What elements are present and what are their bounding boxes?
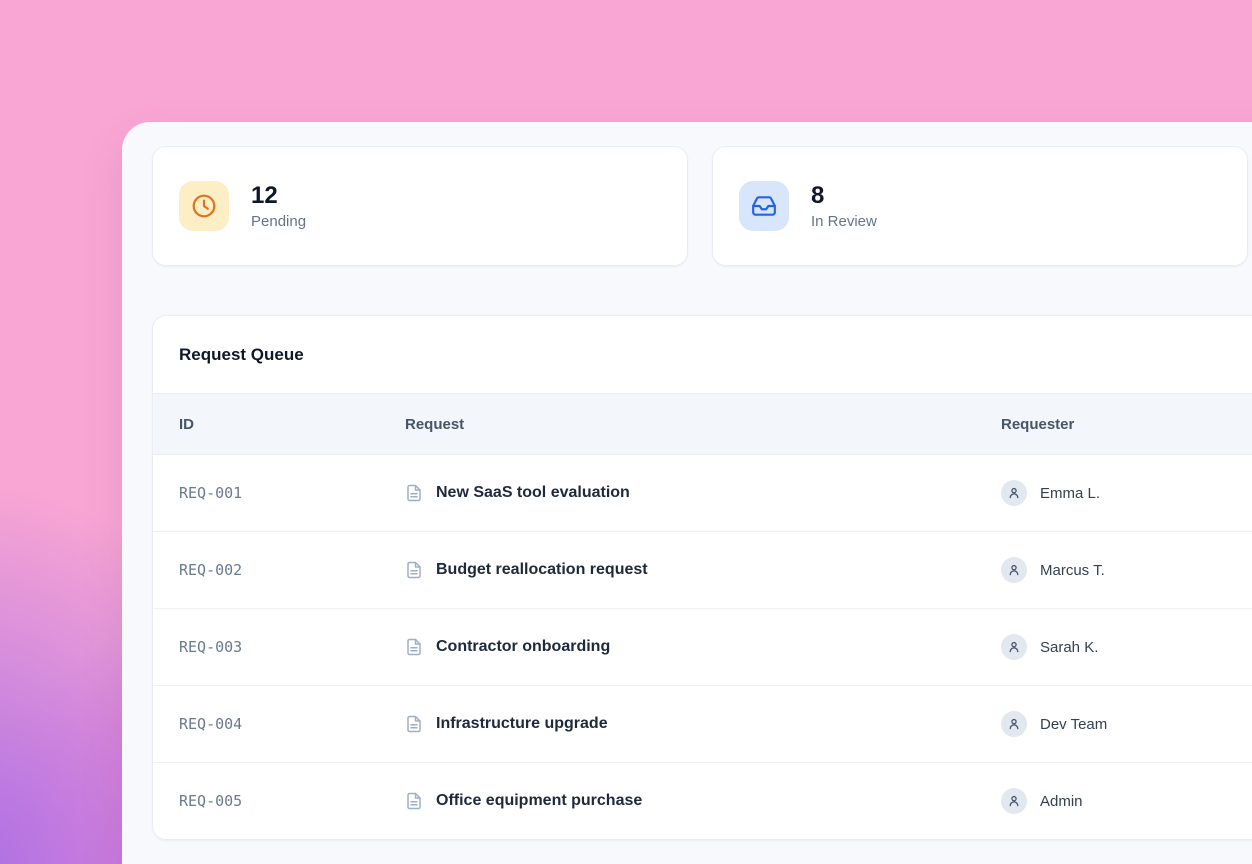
table-body: REQ-001New SaaS tool evaluationEmma L.RE…: [153, 455, 1252, 839]
inbox-icon: [739, 181, 789, 231]
user-avatar-icon: [1001, 480, 1027, 506]
column-header-requester: Requester: [1001, 416, 1252, 433]
request-id: REQ-001: [179, 484, 405, 502]
stat-text: 12 Pending: [251, 182, 306, 230]
desktop-background: 12 Pending 8 In Review Request Queue: [0, 0, 1252, 864]
file-text-icon: [405, 484, 423, 502]
requester-cell: Sarah K.: [1001, 634, 1252, 660]
pending-label: Pending: [251, 213, 306, 230]
request-title: New SaaS tool evaluation: [436, 484, 630, 502]
stat-card-in-review: 8 In Review: [712, 146, 1248, 266]
clock-icon: [179, 181, 229, 231]
requester-name: Admin: [1040, 793, 1083, 810]
requester-name: Emma L.: [1040, 485, 1100, 502]
request-cell: Office equipment purchase: [405, 792, 1001, 810]
request-cell: Contractor onboarding: [405, 638, 1001, 656]
column-header-id: ID: [179, 416, 405, 433]
stat-text: 8 In Review: [811, 182, 877, 230]
requester-name: Sarah K.: [1040, 639, 1098, 656]
request-queue-title: Request Queue: [153, 316, 1252, 393]
user-avatar-icon: [1001, 634, 1027, 660]
request-id: REQ-003: [179, 638, 405, 656]
request-title: Office equipment purchase: [436, 792, 642, 810]
request-title: Contractor onboarding: [436, 638, 610, 656]
requester-name: Dev Team: [1040, 716, 1107, 733]
stats-row: 12 Pending 8 In Review: [152, 146, 1252, 266]
in-review-label: In Review: [811, 213, 877, 230]
file-text-icon: [405, 638, 423, 656]
request-id: REQ-004: [179, 715, 405, 733]
request-id: REQ-005: [179, 792, 405, 810]
table-row[interactable]: REQ-001 New SaaS tool evaluation Emma L.: [153, 455, 1252, 532]
dashboard-panel: 12 Pending 8 In Review Request Queue: [122, 122, 1252, 864]
file-text-icon: [405, 715, 423, 733]
file-text-icon: [405, 561, 423, 579]
request-cell: Infrastructure upgrade: [405, 715, 1001, 733]
table-header-row: ID Request Requester: [153, 393, 1252, 455]
request-cell: Budget reallocation request: [405, 561, 1001, 579]
requester-cell: Admin: [1001, 788, 1252, 814]
user-avatar-icon: [1001, 788, 1027, 814]
column-header-request: Request: [405, 416, 1001, 433]
request-title: Budget reallocation request: [436, 561, 648, 579]
request-title: Infrastructure upgrade: [436, 715, 608, 733]
requester-cell: Marcus T.: [1001, 557, 1252, 583]
user-avatar-icon: [1001, 557, 1027, 583]
table-row[interactable]: REQ-004 Infrastructure upgrade Dev Team: [153, 686, 1252, 763]
request-cell: New SaaS tool evaluation: [405, 484, 1001, 502]
file-text-icon: [405, 792, 423, 810]
table-row[interactable]: REQ-005 Office equipment purchase Admin: [153, 763, 1252, 839]
table-row[interactable]: REQ-003 Contractor onboarding Sarah K.: [153, 609, 1252, 686]
requester-cell: Dev Team: [1001, 711, 1252, 737]
user-avatar-icon: [1001, 711, 1027, 737]
stat-card-pending: 12 Pending: [152, 146, 688, 266]
in-review-count: 8: [811, 182, 877, 210]
request-queue-card: Request Queue ID Request Requester REQ-0…: [152, 315, 1252, 840]
request-id: REQ-002: [179, 561, 405, 579]
requester-cell: Emma L.: [1001, 480, 1252, 506]
table-row[interactable]: REQ-002 Budget reallocation request Marcus…: [153, 532, 1252, 609]
pending-count: 12: [251, 182, 306, 210]
requester-name: Marcus T.: [1040, 562, 1105, 579]
